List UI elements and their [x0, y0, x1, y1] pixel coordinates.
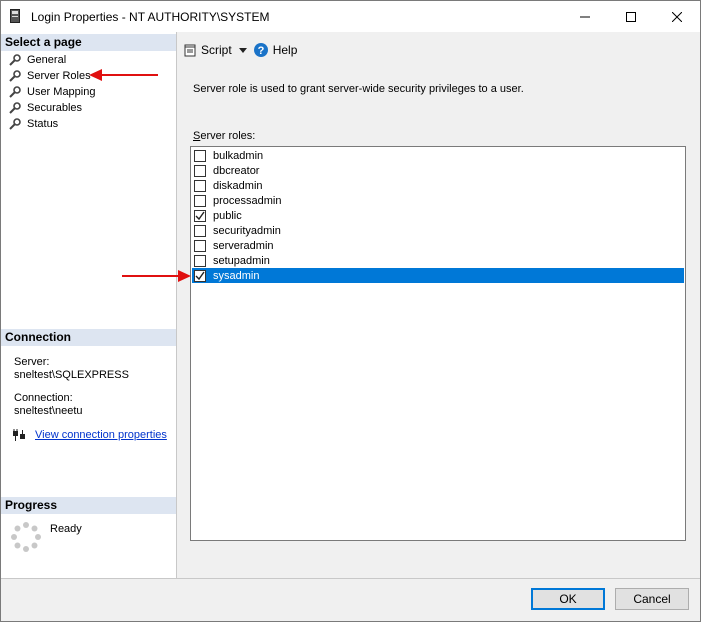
wrench-icon	[9, 70, 21, 82]
role-description: Server role is used to grant server-wide…	[193, 83, 524, 95]
role-row-bulkadmin[interactable]: bulkadmin	[192, 148, 684, 163]
view-connection-row: View connection properties	[12, 429, 167, 441]
nav-item-label: Status	[27, 118, 59, 130]
nav-item-label: Securables	[27, 102, 83, 114]
roles-label-text: erver roles:	[200, 130, 256, 142]
help-button[interactable]: ? Help	[253, 40, 298, 60]
minimize-icon	[580, 16, 590, 17]
role-checkbox[interactable]	[194, 254, 206, 267]
nav-item-status[interactable]: Status	[9, 116, 95, 132]
maximize-button[interactable]	[608, 1, 654, 32]
nav-item-general[interactable]: General	[9, 52, 95, 68]
help-icon: ?	[253, 43, 268, 57]
role-checkbox[interactable]	[194, 239, 206, 252]
wrench-icon	[9, 54, 21, 66]
select-page-header: Select a page	[1, 34, 176, 51]
server-roles-list[interactable]: bulkadmin dbcreator diskadmin processadm…	[190, 146, 686, 541]
nav-item-label: General	[27, 54, 67, 66]
script-icon	[184, 44, 196, 56]
bottom-separator	[1, 578, 700, 579]
chevron-down-icon	[238, 47, 247, 53]
cancel-button[interactable]: Cancel	[615, 588, 689, 610]
role-checkbox[interactable]	[194, 269, 206, 282]
nav-item-label: Server Roles	[27, 70, 91, 82]
progress-status: Ready	[50, 523, 82, 535]
role-checkbox[interactable]	[194, 194, 206, 207]
checkmark-icon	[195, 211, 205, 220]
nav-item-server-roles[interactable]: Server Roles	[9, 68, 95, 84]
checkmark-icon	[195, 271, 205, 280]
role-row-securityadmin[interactable]: securityadmin	[192, 223, 684, 238]
role-checkbox[interactable]	[194, 164, 206, 177]
server-value: sneltest\SQLEXPRESS	[14, 369, 129, 381]
role-name: processadmin	[213, 194, 282, 207]
script-button[interactable]: Script	[184, 40, 232, 60]
role-row-serveradmin[interactable]: serveradmin	[192, 238, 684, 253]
page-nav: General Server Roles User Mapping Secura…	[9, 52, 95, 132]
role-name: dbcreator	[213, 164, 260, 177]
role-row-public[interactable]: public	[192, 208, 684, 223]
role-name: public	[213, 209, 242, 222]
script-label: Script	[201, 43, 232, 57]
role-name: securityadmin	[213, 224, 281, 237]
title-bar: Login Properties - NT AUTHORITY\SYSTEM	[1, 1, 700, 32]
annotation-arrow-server-roles	[89, 69, 158, 81]
server-label: Server:	[14, 356, 50, 368]
server-roles-label: Server roles:	[193, 130, 255, 142]
help-label: Help	[272, 43, 298, 57]
connection-label: Connection:	[14, 392, 73, 404]
connection-value: sneltest\neetu	[14, 405, 83, 417]
annotation-arrow-sysadmin	[122, 270, 191, 282]
ok-button[interactable]: OK	[531, 588, 605, 610]
role-name: sysadmin	[213, 269, 260, 282]
progress-header: Progress	[1, 497, 176, 514]
connection-header: Connection	[1, 329, 176, 346]
role-row-processadmin[interactable]: processadmin	[192, 193, 684, 208]
role-name: setupadmin	[213, 254, 270, 267]
role-checkbox[interactable]	[194, 209, 206, 222]
role-checkbox[interactable]	[194, 224, 206, 237]
progress-spinner-icon	[11, 522, 41, 552]
app-icon	[10, 9, 20, 23]
role-name: bulkadmin	[213, 149, 264, 162]
connection-plug-icon	[13, 429, 25, 441]
wrench-icon	[9, 86, 21, 98]
svg-text:?: ?	[257, 45, 264, 57]
role-row-setupadmin[interactable]: setupadmin	[192, 253, 684, 268]
close-button[interactable]	[654, 1, 700, 32]
role-row-dbcreator[interactable]: dbcreator	[192, 163, 684, 178]
wrench-icon	[9, 102, 21, 114]
window-title: Login Properties - NT AUTHORITY\SYSTEM	[31, 10, 270, 24]
wrench-icon	[9, 118, 21, 130]
role-row-diskadmin[interactable]: diskadmin	[192, 178, 684, 193]
right-pane: Script ? Help Server role is used to gra…	[177, 32, 700, 578]
nav-item-label: User Mapping	[27, 86, 96, 98]
toolbar: Script ? Help	[177, 32, 700, 68]
login-properties-window: Login Properties - NT AUTHORITY\SYSTEM S…	[0, 0, 701, 622]
role-checkbox[interactable]	[194, 179, 206, 192]
role-name: diskadmin	[213, 179, 263, 192]
role-row-sysadmin[interactable]: sysadmin	[192, 268, 684, 283]
close-icon	[672, 11, 682, 22]
nav-item-securables[interactable]: Securables	[9, 100, 95, 116]
left-pane: Select a page General Server Roles User …	[1, 32, 177, 578]
role-name: serveradmin	[213, 239, 274, 252]
minimize-button[interactable]	[562, 1, 608, 32]
nav-item-user-mapping[interactable]: User Mapping	[9, 84, 95, 100]
role-checkbox[interactable]	[194, 149, 206, 162]
script-dropdown-button[interactable]	[238, 40, 247, 60]
maximize-icon	[626, 11, 636, 22]
view-connection-properties-link[interactable]: View connection properties	[35, 429, 167, 441]
